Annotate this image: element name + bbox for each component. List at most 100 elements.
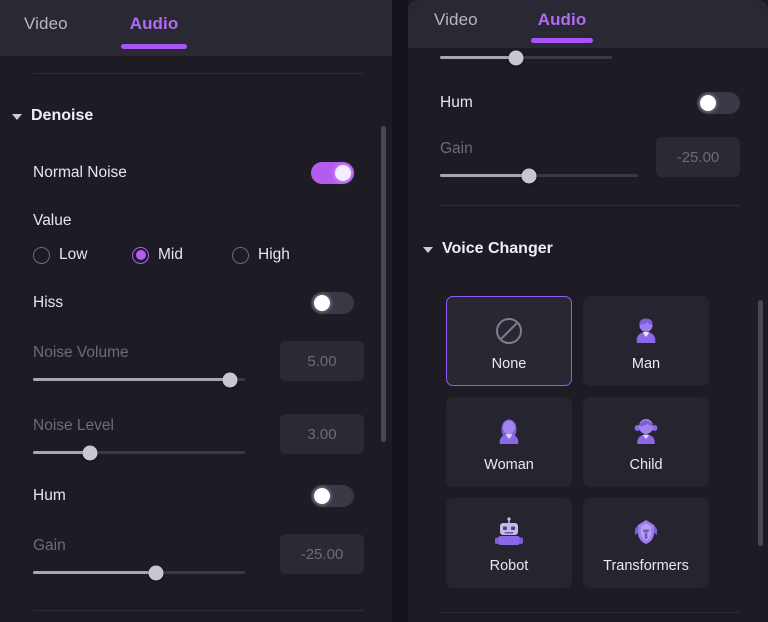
row-noise-volume: Noise Volume 5.00 <box>33 341 364 387</box>
voice-card-transformers-label: Transformers <box>603 557 689 574</box>
noise-volume-slider-track[interactable] <box>33 372 245 387</box>
voice-card-woman[interactable]: Woman <box>446 397 572 487</box>
noise-volume-slider-fill <box>33 378 231 381</box>
left-panel-header: Video Audio <box>0 0 392 56</box>
row-hiss: Hiss <box>33 291 354 315</box>
hum-label: Hum <box>33 487 66 504</box>
panel-gap <box>392 0 408 622</box>
gain-slider-fill <box>33 571 156 574</box>
gain-slider-wrap: Gain <box>440 140 638 183</box>
row-hum: Hum <box>440 91 740 115</box>
right-panel-scrollbar[interactable] <box>758 300 763 546</box>
toggle-knob <box>335 165 351 181</box>
gain-slider-knob[interactable] <box>521 168 537 183</box>
voice-card-child[interactable]: Child <box>583 397 709 487</box>
partial-slider-knob[interactable] <box>508 50 524 65</box>
right-bottom-divider <box>440 612 740 613</box>
tab-video-label: Video <box>24 14 68 33</box>
voice-card-man-label: Man <box>631 355 661 372</box>
gain-slider-wrap: Gain <box>33 537 245 580</box>
voice-card-transformers[interactable]: Transformers <box>583 498 709 588</box>
row-gain: Gain -25.00 <box>440 137 740 183</box>
gain-value[interactable]: -25.00 <box>280 534 364 574</box>
noise-level-slider-knob[interactable] <box>82 445 98 460</box>
chevron-down-icon <box>12 114 22 120</box>
gain-label: Gain <box>440 140 473 157</box>
no-entry-icon <box>489 311 529 351</box>
toggle-knob <box>314 488 330 504</box>
voice-card-none-label: None <box>491 355 527 372</box>
left-panel-tabs: Video Audio <box>18 14 188 49</box>
radio-mid-indicator <box>132 246 149 264</box>
toggle-knob <box>314 295 330 311</box>
man-icon <box>626 311 666 351</box>
row-normal-noise: Normal Noise <box>33 161 354 185</box>
partial-slider-row <box>440 50 612 65</box>
voice-card-robot-label: Robot <box>489 557 529 574</box>
tab-audio[interactable]: Audio <box>531 10 594 43</box>
gain-slider-knob[interactable] <box>148 565 164 580</box>
tab-audio[interactable]: Audio <box>121 14 188 49</box>
radio-high-label: High <box>258 246 290 263</box>
noise-volume-value[interactable]: 5.00 <box>280 341 364 381</box>
robot-icon <box>489 513 529 553</box>
tab-audio-active-indicator <box>531 38 594 43</box>
hiss-toggle[interactable] <box>311 292 354 314</box>
noise-volume-label: Noise Volume <box>33 344 129 361</box>
radio-low-indicator <box>33 246 50 264</box>
hum-toggle[interactable] <box>697 92 740 114</box>
noise-level-value[interactable]: 3.00 <box>280 414 364 454</box>
voice-changer-top-divider <box>440 205 740 206</box>
gain-slider-track[interactable] <box>440 168 638 183</box>
row-noise-level: Noise Level 3.00 <box>33 414 364 460</box>
value-label: Value <box>33 212 72 229</box>
hiss-label: Hiss <box>33 294 64 311</box>
noise-level-slider-fill <box>33 451 91 454</box>
transformers-icon <box>626 513 666 553</box>
partial-slider-fill <box>440 56 516 59</box>
left-panel-scrollbar[interactable] <box>381 126 386 442</box>
voice-card-robot[interactable]: Robot <box>446 498 572 588</box>
gain-value[interactable]: -25.00 <box>656 137 740 177</box>
tab-video[interactable]: Video <box>18 14 74 34</box>
section-denoise-header[interactable]: Denoise <box>12 107 93 125</box>
noise-volume-slider-wrap: Noise Volume <box>33 344 245 387</box>
tab-audio-label: Audio <box>129 14 179 33</box>
voice-changer-grid: None Man Woman Child Robot Transformers <box>446 296 709 588</box>
section-denoise-title: Denoise <box>31 107 94 124</box>
row-hum: Hum <box>33 484 354 508</box>
normal-noise-label: Normal Noise <box>33 164 127 181</box>
hum-label: Hum <box>440 94 473 111</box>
noise-level-slider-track[interactable] <box>33 445 245 460</box>
gain-label: Gain <box>33 537 66 554</box>
section-voice-changer-header[interactable]: Voice Changer <box>423 240 553 258</box>
radio-high-indicator <box>232 246 249 264</box>
tab-video[interactable]: Video <box>428 10 484 30</box>
right-panel-tabs: Video Audio <box>428 10 594 43</box>
noise-volume-slider-knob[interactable] <box>222 372 238 387</box>
radio-option-mid[interactable]: Mid <box>132 246 232 264</box>
left-header-divider <box>33 73 364 74</box>
tab-audio-label: Audio <box>537 10 587 29</box>
radio-low-label: Low <box>59 246 88 263</box>
normal-noise-toggle[interactable] <box>311 162 354 184</box>
noise-level-label: Noise Level <box>33 417 114 434</box>
tab-video-label: Video <box>434 10 478 29</box>
voice-card-child-label: Child <box>629 456 663 473</box>
partial-slider-track[interactable] <box>440 50 612 65</box>
right-properties-panel: Video Audio Hum Gain -25.00 Voice Change… <box>408 0 768 622</box>
voice-card-man[interactable]: Man <box>583 296 709 386</box>
left-properties-panel: Video Audio Denoise Normal Noise Value L… <box>0 0 392 622</box>
radio-option-low[interactable]: Low <box>33 246 132 264</box>
row-gain: Gain -25.00 <box>33 534 364 580</box>
voice-card-none[interactable]: None <box>446 296 572 386</box>
gain-slider-fill <box>440 174 530 177</box>
tab-audio-active-indicator <box>121 44 188 49</box>
gain-slider-track[interactable] <box>33 565 245 580</box>
app-root: Video Audio Denoise Normal Noise Value L… <box>0 0 768 622</box>
woman-icon <box>489 412 529 452</box>
hum-toggle[interactable] <box>311 485 354 507</box>
noise-level-slider-wrap: Noise Level <box>33 417 245 460</box>
voice-card-woman-label: Woman <box>484 456 534 473</box>
radio-option-high[interactable]: High <box>232 246 290 264</box>
